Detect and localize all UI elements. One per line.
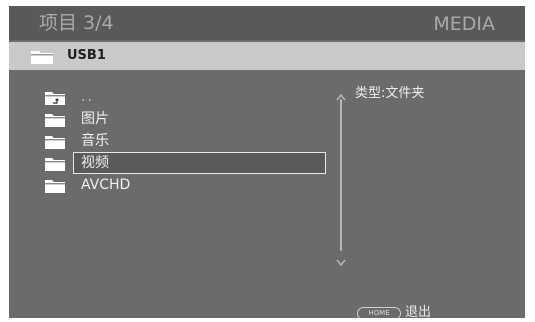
mode-label: MEDIA xyxy=(433,13,495,35)
list-item-folder[interactable]: AVCHD xyxy=(9,174,339,196)
item-type-info: 类型:文件夹 xyxy=(355,86,425,101)
folder-icon xyxy=(45,156,65,175)
media-browser-screen: 项目 3/4 MEDIA USB1 .. 图片 音乐 视频 AVCHD 类型:文… xyxy=(9,6,525,318)
list-item-label: 视频 xyxy=(81,155,109,171)
list-item-label: 音乐 xyxy=(81,133,109,149)
item-counter: 项目 3/4 xyxy=(39,12,114,34)
exit-label: 退出 xyxy=(405,305,432,318)
header-bar: 项目 3/4 MEDIA xyxy=(9,6,525,40)
folder-icon xyxy=(45,134,65,153)
scrollbar[interactable] xyxy=(335,86,347,267)
list-item-label: 图片 xyxy=(81,111,109,127)
list-item-folder[interactable]: 音乐 xyxy=(9,130,339,152)
list-item-folder-selected[interactable]: 视频 xyxy=(9,152,339,174)
home-key-icon: HOME xyxy=(357,307,401,318)
list-item-label: .. xyxy=(81,89,94,105)
list-item-label: AVCHD xyxy=(81,177,131,193)
folder-icon xyxy=(45,178,65,197)
list-item-folder[interactable]: 图片 xyxy=(9,108,339,130)
path-bar: USB1 xyxy=(9,42,525,70)
scroll-track[interactable] xyxy=(340,99,342,251)
folder-icon xyxy=(45,112,65,131)
selection-highlight xyxy=(73,152,326,174)
folder-icon xyxy=(31,49,53,68)
parent-folder-icon xyxy=(45,90,65,109)
file-list: .. 图片 音乐 视频 AVCHD xyxy=(9,86,339,286)
list-item-parent-folder[interactable]: .. xyxy=(9,86,339,108)
path-label: USB1 xyxy=(67,48,106,63)
scroll-down-arrow-icon[interactable] xyxy=(336,252,346,271)
